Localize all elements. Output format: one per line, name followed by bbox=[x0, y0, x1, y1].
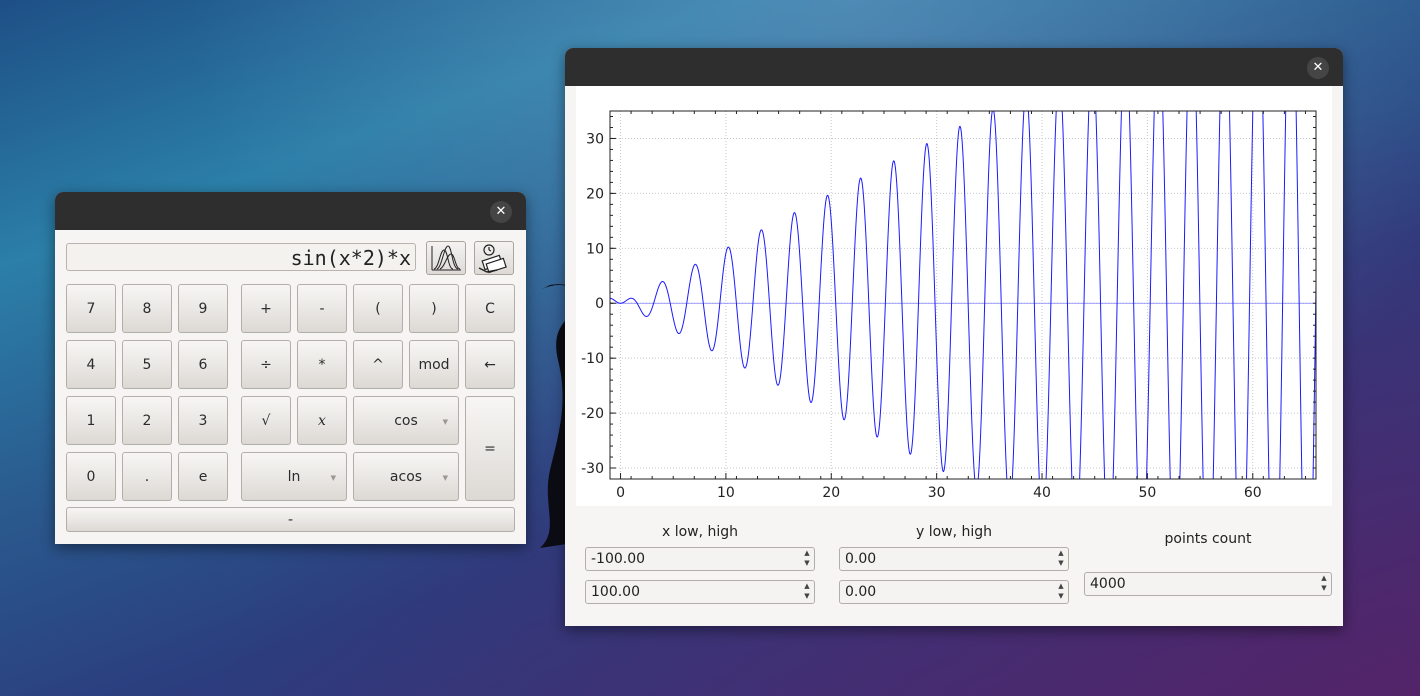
key-2[interactable]: 2 bbox=[122, 396, 172, 445]
points-count-spinbox[interactable]: 4000 ▲ ▼ bbox=[1084, 572, 1332, 596]
x-tick-label: 50 bbox=[1138, 485, 1156, 501]
key-4[interactable]: 4 bbox=[66, 340, 116, 389]
spin-arrows-icon[interactable]: ▲ ▼ bbox=[1054, 581, 1068, 603]
plot-frame bbox=[609, 110, 1317, 480]
spin-arrows-icon[interactable]: ▲ ▼ bbox=[800, 581, 814, 603]
spin-arrows-icon[interactable]: ▲ ▼ bbox=[1054, 548, 1068, 570]
dropdown-arrow-icon: ▼ bbox=[330, 473, 336, 482]
key-left-paren[interactable]: ( bbox=[353, 284, 403, 333]
expression-display[interactable]: sin(x*2)*x bbox=[66, 243, 416, 271]
x-high-spinbox[interactable]: 100.00 ▲ ▼ bbox=[585, 580, 815, 604]
key-1[interactable]: 1 bbox=[66, 396, 116, 445]
currency-exchange-button[interactable] bbox=[474, 241, 514, 275]
key-x-variable[interactable]: x bbox=[297, 396, 347, 445]
x-low-spinbox[interactable]: -100.00 ▲ ▼ bbox=[585, 547, 815, 571]
calculator-window: ✕ sin(x*2)*x 7 8 9 + - ( ) C 4 5 6 ÷ * ^… bbox=[55, 192, 526, 544]
key-right-paren[interactable]: ) bbox=[409, 284, 459, 333]
y-tick-label: 10 bbox=[586, 241, 604, 257]
x-tick-label: 0 bbox=[616, 485, 625, 501]
key-9[interactable]: 9 bbox=[178, 284, 228, 333]
y-low-spinbox[interactable]: 0.00 ▲ ▼ bbox=[839, 547, 1069, 571]
key-6[interactable]: 6 bbox=[178, 340, 228, 389]
key-5[interactable]: 5 bbox=[122, 340, 172, 389]
key-clear[interactable]: C bbox=[465, 284, 515, 333]
points-count-label: points count bbox=[1164, 531, 1252, 547]
calculator-titlebar: ✕ bbox=[55, 192, 526, 230]
key-e[interactable]: e bbox=[178, 452, 228, 501]
y-tick-label: 20 bbox=[586, 186, 604, 202]
key-divide[interactable]: ÷ bbox=[241, 340, 291, 389]
x-tick-label: 40 bbox=[1033, 485, 1051, 501]
key-decimal[interactable]: . bbox=[122, 452, 172, 501]
plot-close-icon[interactable]: ✕ bbox=[1307, 57, 1329, 79]
y-range-label: y low, high bbox=[915, 524, 993, 540]
key-backspace[interactable]: ← bbox=[465, 340, 515, 389]
x-tick-label: 10 bbox=[717, 485, 735, 501]
x-tick-label: 60 bbox=[1244, 485, 1262, 501]
y-tick-label: -20 bbox=[581, 406, 604, 422]
plot-function-button[interactable] bbox=[426, 241, 466, 275]
currency-exchange-icon bbox=[478, 244, 507, 274]
x-tick-label: 30 bbox=[928, 485, 946, 501]
spin-arrows-icon[interactable]: ▲ ▼ bbox=[1317, 573, 1331, 595]
key-plus[interactable]: + bbox=[241, 284, 291, 333]
key-0[interactable]: 0 bbox=[66, 452, 116, 501]
key-sqrt[interactable]: √ bbox=[241, 396, 291, 445]
y-tick-label: -10 bbox=[581, 351, 604, 367]
x-range-label: x low, high bbox=[661, 524, 739, 540]
chart-svg: 0 10 20 30 40 50 60 30 20 10 0 -10 -20 -30 bbox=[581, 110, 1317, 501]
calculator-close-icon[interactable]: ✕ bbox=[490, 201, 512, 223]
y-high-spinbox[interactable]: 0.00 ▲ ▼ bbox=[839, 580, 1069, 604]
key-power[interactable]: ^ bbox=[353, 340, 403, 389]
x-tick-label: 20 bbox=[822, 485, 840, 501]
key-mod[interactable]: mod bbox=[409, 340, 459, 389]
key-bottom-bar[interactable]: - bbox=[66, 507, 515, 532]
key-minus[interactable]: - bbox=[297, 284, 347, 333]
function-plot-icon bbox=[431, 245, 461, 271]
plot-titlebar: ✕ bbox=[565, 48, 1343, 86]
grid-lines bbox=[610, 111, 1316, 479]
y-tick-label: 0 bbox=[595, 296, 604, 312]
key-multiply[interactable]: * bbox=[297, 340, 347, 389]
key-7[interactable]: 7 bbox=[66, 284, 116, 333]
y-tick-label: -30 bbox=[581, 461, 604, 477]
function-plot: 0 10 20 30 40 50 60 30 20 10 0 -10 -20 -30 bbox=[576, 86, 1332, 506]
spin-arrows-icon[interactable]: ▲ ▼ bbox=[800, 548, 814, 570]
key-equals[interactable]: = bbox=[465, 396, 515, 501]
dropdown-arrow-icon: ▼ bbox=[442, 417, 448, 426]
dropdown-arrow-icon: ▼ bbox=[442, 473, 448, 482]
key-8[interactable]: 8 bbox=[122, 284, 172, 333]
axis-labels: 0 10 20 30 40 50 60 30 20 10 0 -10 -20 -30 bbox=[581, 131, 1262, 501]
key-cos-dropdown[interactable]: cos ▼ bbox=[353, 396, 459, 445]
key-acos-dropdown[interactable]: acos ▼ bbox=[353, 452, 459, 501]
plot-window: ✕ 0 10 20 30 40 50 60 30 20 10 0 -10 -20 -30 x low, h… bbox=[565, 48, 1343, 626]
y-tick-label: 30 bbox=[586, 131, 604, 147]
key-ln-dropdown[interactable]: ln ▼ bbox=[241, 452, 347, 501]
key-3[interactable]: 3 bbox=[178, 396, 228, 445]
function-curve bbox=[610, 111, 1316, 479]
axis-ticks bbox=[609, 111, 1316, 480]
